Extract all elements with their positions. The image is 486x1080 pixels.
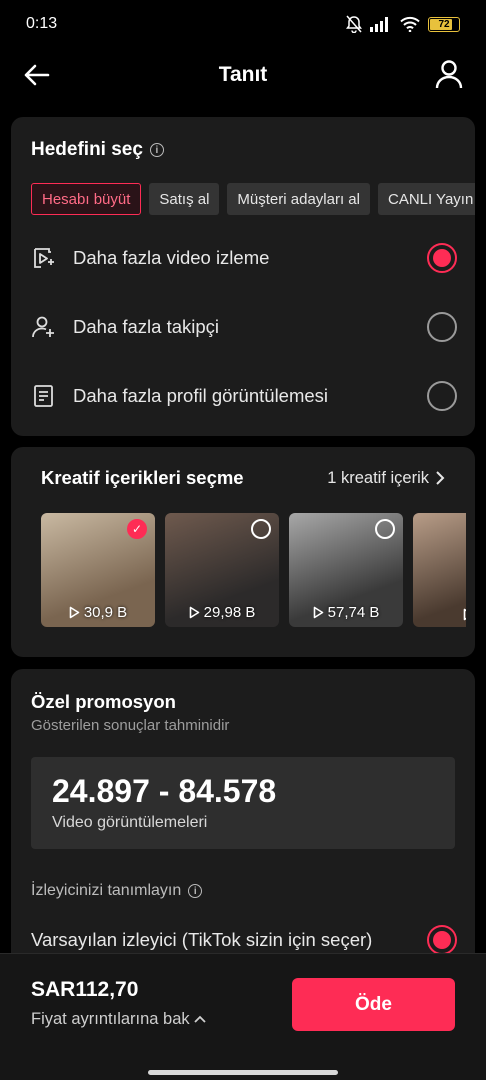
video-thumbnail[interactable]: 57,74 B [289, 513, 403, 627]
audience-title: İzleyicinizi tanımlayın i [31, 882, 203, 900]
chevron-up-icon [194, 1015, 206, 1023]
video-thumbnail[interactable]: ✓ 30,9 B [41, 513, 155, 627]
price-details-label: Fiyat ayrıntılarına bak [31, 1010, 190, 1028]
checkmark-icon[interactable]: ✓ [127, 519, 147, 539]
play-icon [69, 606, 80, 619]
select-circle-icon[interactable] [375, 519, 395, 539]
select-circle-icon[interactable] [251, 519, 271, 539]
audience-option-default[interactable]: Varsayılan izleyici (TikTok sizin için s… [31, 925, 457, 955]
video-views: 30,9 B [41, 604, 155, 621]
profile-icon[interactable] [434, 58, 464, 90]
play-icon [313, 606, 323, 619]
info-icon[interactable]: i [149, 143, 164, 157]
goal-option-label: Daha fazla video izleme [73, 247, 270, 268]
chip-live[interactable]: CANLI Yayın [377, 183, 475, 215]
checkout-bar: SAR112,70 Fiyat ayrıntılarına bak Öde [0, 953, 486, 1080]
creative-title: Kreatif içerikleri seçme [41, 467, 244, 488]
total-price: SAR112,70 [31, 978, 139, 1001]
back-arrow-icon[interactable] [22, 60, 52, 90]
audience-title-text: İzleyicinizi tanımlayın [31, 882, 182, 899]
creative-card: Kreatif içerikleri seçme 1 kreatif içeri… [11, 447, 475, 657]
status-icons: 72 [346, 15, 460, 33]
audience-option-label: Varsayılan izleyici (TikTok sizin için s… [31, 929, 373, 950]
chevron-right-icon [436, 471, 445, 485]
video-thumbnail[interactable] [413, 513, 466, 627]
goal-card: Hedefini seç i Hesabı büyüt Satış al Müş… [11, 117, 475, 436]
play-icon [463, 608, 466, 621]
video-views-count: 30,9 B [83, 604, 128, 621]
profile-page-icon [34, 385, 53, 407]
creative-thumbnails: ✓ 30,9 B 29,98 B 57,74 B [41, 513, 466, 629]
chip-get-sales[interactable]: Satış al [149, 183, 220, 215]
battery-level: 72 [438, 18, 450, 30]
wifi-icon [400, 16, 420, 32]
goal-title: Hedefini seç i [31, 139, 164, 161]
pay-button[interactable]: Öde [292, 978, 455, 1031]
video-views-count: 29,98 B [203, 604, 256, 621]
goal-option-followers[interactable]: Daha fazla takipçi [31, 305, 457, 349]
promo-subtitle: Gösterilen sonuçlar tahminidir [31, 717, 230, 734]
play-icon [189, 606, 199, 619]
creative-count-link[interactable]: 1 kreatif içerik [327, 469, 445, 488]
signal-icon [370, 17, 388, 32]
estimate-label: Video görüntülemeleri [52, 814, 208, 831]
video-views: 57,74 B [289, 604, 403, 621]
nav-bar: Tanıt [0, 48, 486, 102]
radio-button[interactable] [427, 925, 457, 955]
video-thumbnail[interactable]: 29,98 B [165, 513, 279, 627]
home-indicator[interactable] [148, 1070, 338, 1075]
radio-button[interactable] [427, 381, 457, 411]
chip-grow-account[interactable]: Hesabı büyüt [31, 183, 142, 215]
chip-get-leads[interactable]: Müşteri adayları al [227, 183, 370, 215]
goal-option-label: Daha fazla profil görüntülemesi [73, 385, 329, 406]
video-views: 29,98 B [165, 604, 279, 621]
goal-option-profile-views[interactable]: Daha fazla profil görüntülemesi [31, 374, 457, 418]
video-views-count: 57,74 B [327, 604, 380, 621]
goal-title-text: Hedefini seç [31, 139, 143, 160]
estimate-range: 24.897 - 84.578 [52, 773, 277, 809]
radio-button[interactable] [427, 243, 457, 273]
price-details-link[interactable]: Fiyat ayrıntılarına bak [31, 1010, 206, 1029]
creative-header: Kreatif içerikleri seçme 1 kreatif içeri… [41, 467, 445, 489]
status-time: 0:13 [26, 15, 58, 32]
status-bar: 0:13 72 [0, 0, 486, 48]
goal-option-label: Daha fazla takipçi [73, 316, 220, 337]
video-views [413, 608, 466, 621]
creative-count-label: 1 kreatif içerik [327, 468, 429, 487]
estimate-box: 24.897 - 84.578 Video görüntülemeleri [31, 757, 455, 849]
promo-card: Özel promosyon Gösterilen sonuçlar tahmi… [11, 669, 475, 969]
bell-muted-icon [346, 15, 362, 33]
goal-option-video-views[interactable]: Daha fazla video izleme [31, 236, 457, 280]
info-icon[interactable]: i [188, 884, 203, 898]
video-play-icon [34, 248, 54, 268]
goal-chips: Hesabı büyüt Satış al Müşteri adayları a… [31, 183, 475, 217]
promo-title: Özel promosyon [31, 691, 176, 712]
battery-icon: 72 [428, 16, 460, 32]
page-title: Tanıt [218, 63, 268, 86]
radio-button[interactable] [427, 312, 457, 342]
add-person-icon [32, 316, 54, 338]
